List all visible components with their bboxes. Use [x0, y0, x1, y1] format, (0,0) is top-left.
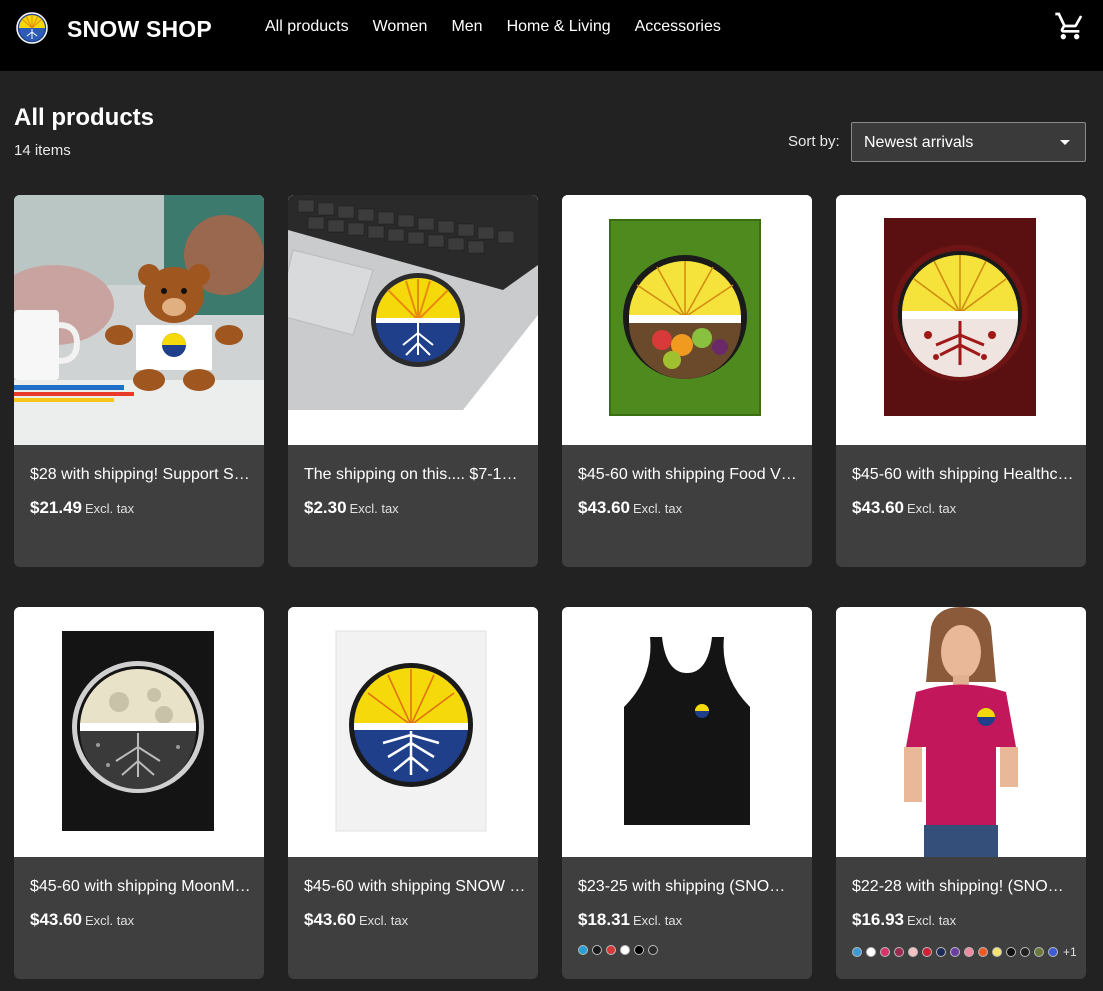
- nav-men[interactable]: Men: [451, 18, 482, 36]
- tax-note: Excl. tax: [349, 501, 399, 516]
- price-row: $16.93 Excl. tax: [852, 910, 956, 930]
- product-title[interactable]: $45-60 with shipping MoonM…: [30, 878, 252, 896]
- more-colors-count: +1: [1063, 945, 1077, 959]
- product-image: [836, 607, 1086, 857]
- price-row: $43.60 Excl. tax: [30, 910, 134, 930]
- tax-note: Excl. tax: [85, 913, 135, 928]
- product-image: [562, 607, 812, 857]
- tax-note: Excl. tax: [85, 501, 135, 516]
- color-swatch[interactable]: [1006, 947, 1016, 957]
- snow-shop-logo-icon[interactable]: [16, 12, 48, 44]
- color-swatch[interactable]: [922, 947, 932, 957]
- color-swatch[interactable]: [992, 947, 1002, 957]
- product-image: [14, 195, 264, 445]
- product-price: $43.60: [30, 910, 82, 929]
- tax-note: Excl. tax: [633, 913, 683, 928]
- product-card[interactable]: $23-25 with shipping (SNOW… $18.31 Excl. …: [562, 607, 812, 979]
- color-swatch[interactable]: [648, 945, 658, 955]
- sort-dropdown[interactable]: Newest arrivals: [851, 122, 1086, 162]
- top-bar: SNOW SHOP All products Women Men Home & …: [0, 0, 1103, 71]
- product-title[interactable]: $45-60 with shipping SNOW …: [304, 878, 526, 896]
- nav-all-products[interactable]: All products: [265, 18, 349, 36]
- brand-name[interactable]: SNOW SHOP: [67, 16, 212, 43]
- price-row: $2.30 Excl. tax: [304, 498, 399, 518]
- color-swatch[interactable]: [866, 947, 876, 957]
- page-title: All products: [14, 104, 155, 131]
- product-image: [288, 195, 538, 445]
- price-row: $18.31 Excl. tax: [578, 910, 682, 930]
- nav-women[interactable]: Women: [373, 18, 428, 36]
- product-card[interactable]: $45-60 with shipping Food V… $43.60 Excl.…: [562, 195, 812, 567]
- product-price: $43.60: [852, 498, 904, 517]
- color-swatch[interactable]: [620, 945, 630, 955]
- product-image: [562, 195, 812, 445]
- chevron-down-icon: [1060, 140, 1070, 145]
- product-card[interactable]: The shipping on this.... $7-10… $2.30 Exc…: [288, 195, 538, 567]
- color-swatch[interactable]: [1020, 947, 1030, 957]
- sort-label: Sort by:: [788, 133, 840, 150]
- product-price: $43.60: [578, 498, 630, 517]
- color-swatch[interactable]: [592, 945, 602, 955]
- price-row: $21.49 Excl. tax: [30, 498, 134, 518]
- color-swatch[interactable]: [1034, 947, 1044, 957]
- product-title[interactable]: The shipping on this.... $7-10…: [304, 466, 526, 484]
- product-card[interactable]: $45-60 with shipping SNOW … $43.60 Excl. …: [288, 607, 538, 979]
- tax-note: Excl. tax: [907, 501, 957, 516]
- tax-note: Excl. tax: [359, 913, 409, 928]
- product-image: [836, 195, 1086, 445]
- product-price: $16.93: [852, 910, 904, 929]
- color-swatch[interactable]: [978, 947, 988, 957]
- product-card[interactable]: $28 with shipping! Support S… $21.49 Excl…: [14, 195, 264, 567]
- product-title[interactable]: $28 with shipping! Support S…: [30, 466, 252, 484]
- nav-home-living[interactable]: Home & Living: [507, 18, 611, 36]
- main-nav: All products Women Men Home & Living Acc…: [265, 18, 721, 36]
- product-price: $43.60: [304, 910, 356, 929]
- tax-note: Excl. tax: [907, 913, 957, 928]
- color-swatch[interactable]: [964, 947, 974, 957]
- price-row: $43.60 Excl. tax: [578, 498, 682, 518]
- color-swatch[interactable]: [578, 945, 588, 955]
- product-card[interactable]: $45-60 with shipping Healthc… $43.60 Excl…: [836, 195, 1086, 567]
- nav-accessories[interactable]: Accessories: [635, 18, 721, 36]
- product-title[interactable]: $22-28 with shipping! (SNO…: [852, 878, 1074, 896]
- color-swatch[interactable]: [950, 947, 960, 957]
- color-swatch[interactable]: [606, 945, 616, 955]
- sort-selected-value: Newest arrivals: [864, 134, 974, 151]
- color-swatch[interactable]: [1048, 947, 1058, 957]
- product-image: [288, 607, 538, 857]
- product-price: $2.30: [304, 498, 347, 517]
- tax-note: Excl. tax: [633, 501, 683, 516]
- product-title[interactable]: $45-60 with shipping Food V…: [578, 466, 800, 484]
- color-swatches: [578, 945, 658, 955]
- product-image: [14, 607, 264, 857]
- color-swatch[interactable]: [634, 945, 644, 955]
- price-row: $43.60 Excl. tax: [852, 498, 956, 518]
- product-price: $18.31: [578, 910, 630, 929]
- shopping-cart-icon[interactable]: [1054, 10, 1086, 42]
- product-card[interactable]: $45-60 with shipping MoonM… $43.60 Excl. …: [14, 607, 264, 979]
- product-price: $21.49: [30, 498, 82, 517]
- product-card[interactable]: $22-28 with shipping! (SNO… $16.93 Excl. …: [836, 607, 1086, 979]
- price-row: $43.60 Excl. tax: [304, 910, 408, 930]
- product-title[interactable]: $45-60 with shipping Healthc…: [852, 466, 1074, 484]
- color-swatch[interactable]: [852, 947, 862, 957]
- product-title[interactable]: $23-25 with shipping (SNOW…: [578, 878, 800, 896]
- item-count: 14 items: [14, 142, 71, 159]
- color-swatch[interactable]: [880, 947, 890, 957]
- color-swatch[interactable]: [894, 947, 904, 957]
- color-swatch[interactable]: [908, 947, 918, 957]
- color-swatches: +1: [852, 945, 1077, 959]
- color-swatch[interactable]: [936, 947, 946, 957]
